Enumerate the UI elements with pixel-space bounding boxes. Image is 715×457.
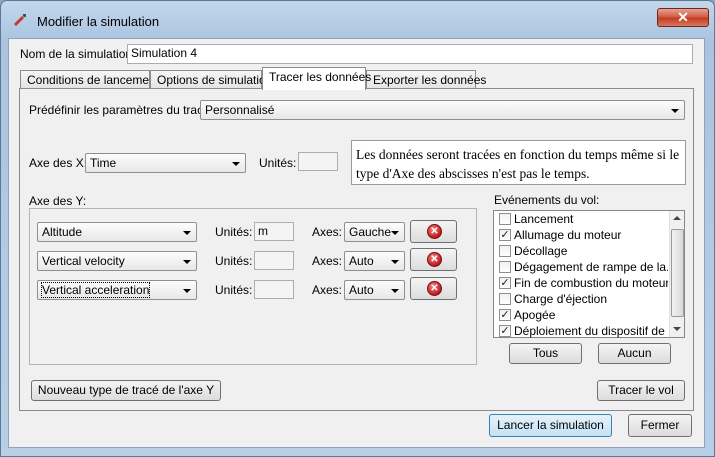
- tab-launch-conditions[interactable]: Conditions de lancement: [20, 70, 159, 89]
- remove-y-row-button[interactable]: ✕: [410, 220, 457, 243]
- remove-y-row-button[interactable]: ✕: [410, 248, 457, 271]
- scroll-up-icon[interactable]: [673, 216, 681, 220]
- window-title: Modifier la simulation: [37, 14, 160, 29]
- list-item[interactable]: Décollage: [496, 243, 668, 259]
- chevron-down-icon: [183, 260, 191, 264]
- run-simulation-button[interactable]: Lancer la simulation: [489, 414, 612, 437]
- event-checkbox[interactable]: [499, 245, 511, 257]
- event-checkbox[interactable]: [499, 261, 511, 273]
- chevron-down-icon: [391, 260, 399, 264]
- select-no-events-button[interactable]: Aucun: [598, 343, 671, 364]
- list-item[interactable]: Charge d'éjection: [496, 291, 668, 307]
- flight-events-list[interactable]: Lancement ✓ Allumage du moteur Décollage…: [493, 210, 685, 338]
- simulation-name-label: Nom de la simulation:: [20, 47, 136, 61]
- list-item[interactable]: ✓ Déploiement du dispositif de ...: [496, 323, 668, 339]
- delete-icon: ✕: [427, 224, 442, 239]
- event-label: Allumage du moteur: [514, 228, 622, 242]
- event-label: Déploiement du dispositif de ...: [514, 324, 668, 338]
- event-checkbox[interactable]: ✓: [499, 229, 511, 241]
- chevron-down-icon: [671, 109, 679, 113]
- list-item[interactable]: ✓ Allumage du moteur: [496, 227, 668, 243]
- chevron-down-icon: [391, 231, 399, 235]
- preset-label: Prédéfinir les paramètres du tracé:: [29, 103, 214, 117]
- y-axes-value: Gauche: [349, 225, 392, 239]
- x-units-field[interactable]: [298, 152, 338, 171]
- y-units-field[interactable]: [254, 280, 294, 299]
- event-checkbox[interactable]: [499, 293, 511, 305]
- delete-icon: ✕: [427, 252, 442, 267]
- delete-icon: ✕: [427, 281, 442, 296]
- chevron-down-icon: [183, 289, 191, 293]
- event-label: Fin de combustion du moteur: [514, 276, 668, 290]
- event-label: Dégagement de rampe de la...: [514, 260, 668, 274]
- y-variable-value: Vertical velocity: [42, 254, 125, 268]
- info-note: Les données seront tracées en fonction d…: [351, 140, 686, 185]
- preset-value: Personnalisé: [205, 103, 275, 117]
- select-all-events-button[interactable]: Tous: [509, 343, 582, 364]
- list-item[interactable]: Dégagement de rampe de la...: [496, 259, 668, 275]
- events-scrollbar[interactable]: [669, 211, 684, 337]
- event-label: Décollage: [514, 244, 568, 258]
- x-units-label: Unités:: [259, 156, 297, 170]
- list-item[interactable]: Lancement: [496, 211, 668, 227]
- x-axis-select[interactable]: Time: [85, 153, 246, 173]
- list-item[interactable]: ✓ Fin de combustion du moteur: [496, 275, 668, 291]
- event-label: Apogée: [514, 308, 556, 322]
- window-close-button[interactable]: ✕: [657, 8, 709, 27]
- y-axes-value: Auto: [349, 254, 374, 268]
- x-axis-value: Time: [90, 156, 117, 170]
- y-variable-value: Vertical acceleration: [40, 282, 151, 298]
- y-variable-select-altitude[interactable]: Altitude: [37, 222, 197, 242]
- y-variable-select-vertical-velocity[interactable]: Vertical velocity: [37, 251, 197, 271]
- y-units-label: Unités:: [215, 283, 253, 297]
- tab-plot-data[interactable]: Tracer les données: [262, 67, 371, 90]
- tab-simulation-options[interactable]: Options de simulation: [150, 70, 272, 89]
- close-icon: ✕: [677, 9, 689, 25]
- chevron-down-icon: [391, 289, 399, 293]
- y-axes-label: Axes:: [312, 254, 343, 268]
- flight-events-label: Evénements du vol:: [494, 193, 600, 207]
- close-button[interactable]: Fermer: [628, 414, 692, 437]
- event-checkbox[interactable]: ✓: [499, 309, 511, 321]
- y-units-field[interactable]: [254, 251, 294, 270]
- y-axes-select[interactable]: Auto: [344, 280, 405, 300]
- rocket-icon: [13, 14, 26, 27]
- title-bar[interactable]: Modifier la simulation ✕: [1, 1, 714, 39]
- event-label: Charge d'éjection: [514, 292, 608, 306]
- y-variable-value: Altitude: [42, 225, 83, 239]
- y-axes-label: Axes:: [312, 283, 343, 297]
- chevron-down-icon: [183, 231, 191, 235]
- y-axes-label: Axes:: [312, 225, 343, 239]
- scroll-down-icon[interactable]: [673, 327, 681, 331]
- event-checkbox[interactable]: [499, 213, 511, 225]
- y-variable-select-vertical-acceleration[interactable]: Vertical acceleration: [37, 280, 197, 300]
- preset-select[interactable]: Personnalisé: [200, 100, 685, 120]
- chevron-down-icon: [232, 162, 240, 166]
- y-units-label: Unités:: [215, 225, 253, 239]
- x-axis-label: Axe des X:: [29, 156, 88, 170]
- y-axes-select[interactable]: Gauche: [344, 222, 405, 242]
- event-checkbox[interactable]: ✓: [499, 277, 511, 289]
- plot-flight-button[interactable]: Tracer le vol: [597, 380, 685, 401]
- y-axes-value: Auto: [349, 283, 374, 297]
- list-item[interactable]: ✓ Apogée: [496, 307, 668, 323]
- new-y-axis-plot-button[interactable]: Nouveau type de tracé de l'axe Y: [31, 380, 221, 401]
- tab-export-data[interactable]: Exporter les données: [366, 70, 486, 89]
- simulation-name-input[interactable]: Simulation 4: [127, 44, 693, 64]
- y-units-label: Unités:: [215, 254, 253, 268]
- event-checkbox[interactable]: ✓: [499, 325, 511, 337]
- y-units-field[interactable]: m: [254, 222, 294, 241]
- event-label: Lancement: [514, 212, 574, 226]
- scrollbar-thumb[interactable]: [671, 229, 684, 317]
- y-axes-select[interactable]: Auto: [344, 251, 405, 271]
- y-axis-label: Axe des Y:: [29, 194, 87, 208]
- remove-y-row-button[interactable]: ✕: [410, 277, 457, 300]
